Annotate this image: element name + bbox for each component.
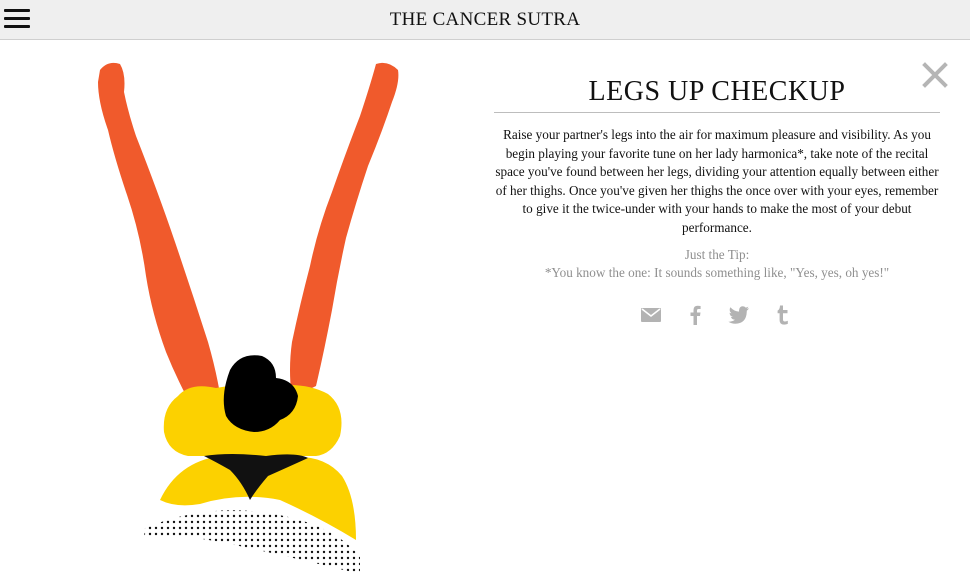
tumblr-icon[interactable] <box>772 304 794 326</box>
illustration <box>70 52 450 582</box>
title-divider <box>494 112 940 113</box>
twitter-icon[interactable] <box>728 304 750 326</box>
left-leg <box>98 62 220 414</box>
article-title: LEGS UP CHECKUP <box>588 76 846 107</box>
top-bar: THE CANCER SUTRA <box>0 0 970 40</box>
right-leg <box>290 62 399 398</box>
article-panel: LEGS UP CHECKUP Raise your partner's leg… <box>494 60 940 326</box>
email-icon[interactable] <box>640 304 662 326</box>
tip-text: *You know the one: It sounds something l… <box>544 265 890 280</box>
article-body: Raise your partner's legs into the air f… <box>495 127 939 235</box>
legs-up-illustration <box>98 62 399 574</box>
facebook-icon[interactable] <box>684 304 706 326</box>
tip-label: Just the Tip: <box>684 247 750 262</box>
share-bar <box>494 304 940 326</box>
site-title[interactable]: THE CANCER SUTRA <box>0 0 970 39</box>
